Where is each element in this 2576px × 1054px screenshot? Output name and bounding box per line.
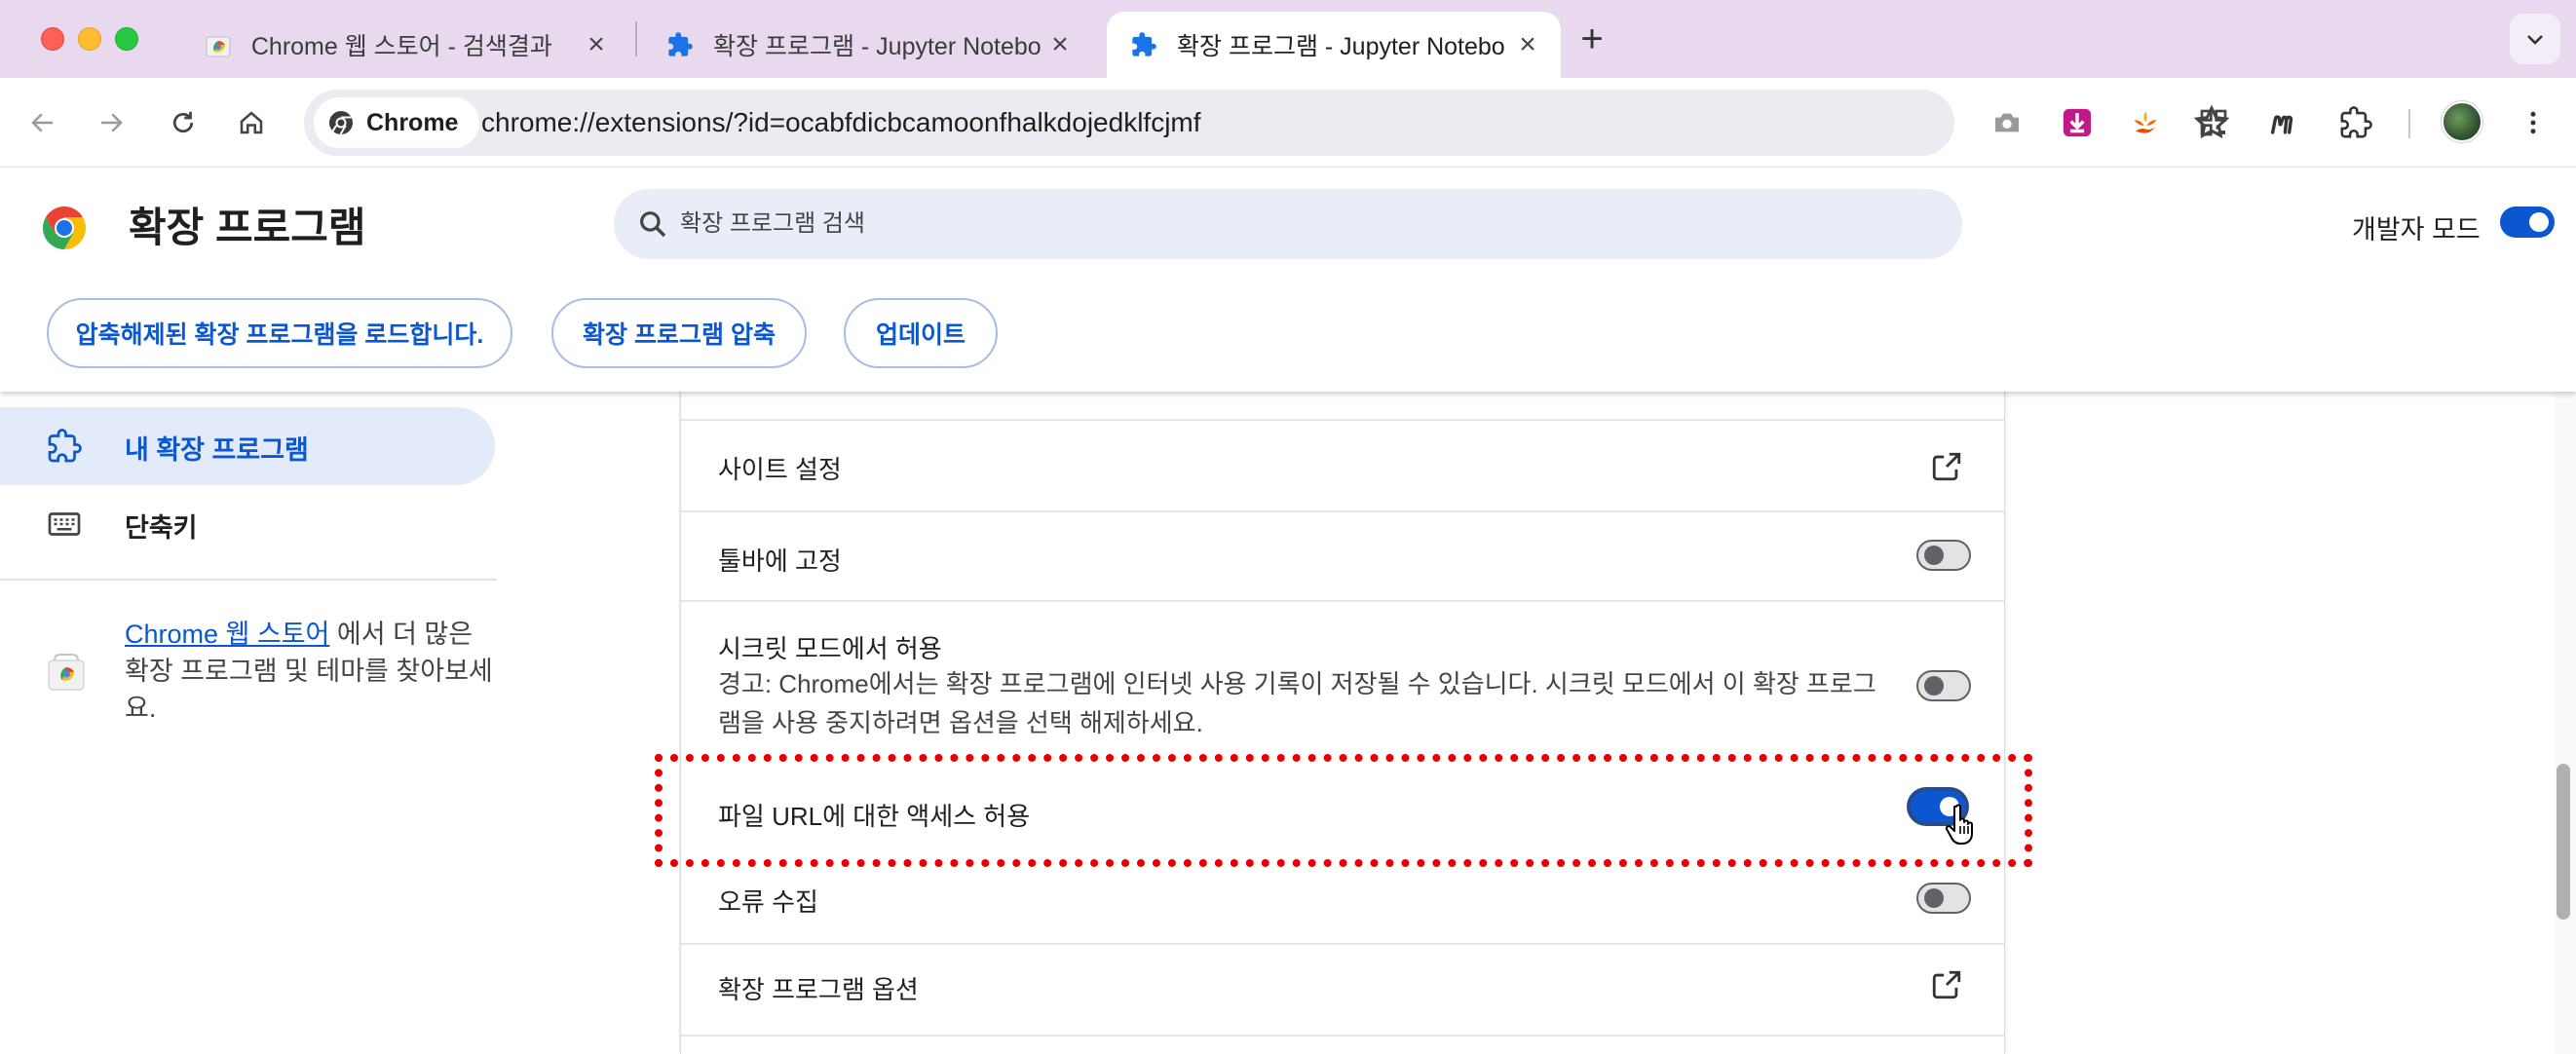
arrow-right-icon <box>101 113 123 132</box>
open-external-icon[interactable] <box>1930 450 1963 483</box>
reload-button[interactable] <box>160 99 207 146</box>
chevron-down-icon <box>2527 35 2543 45</box>
close-window-button[interactable] <box>41 27 64 51</box>
back-button[interactable] <box>19 99 66 146</box>
puzzle-icon <box>668 32 693 56</box>
keyboard-icon <box>48 512 81 536</box>
tab-search-button[interactable] <box>2510 14 2560 64</box>
download-extension-icon[interactable] <box>2056 99 2099 146</box>
download-glyph <box>2063 108 2092 137</box>
arrow-left-icon <box>31 113 53 132</box>
forward-button[interactable] <box>88 99 134 146</box>
extension-details-card: 사이트 설정 툴바에 고정 시크릿 모드에서 허용 경고: Chrome에서는 … <box>680 392 2005 1054</box>
pin-toolbar-label: 툴바에 고정 <box>718 546 842 576</box>
incognito-row: 시크릿 모드에서 허용 경고: Chrome에서는 확장 프로그램에 인터넷 사… <box>681 600 2004 748</box>
page-scrollbar-thumb[interactable] <box>2557 764 2570 920</box>
chrome-webstore-icon <box>48 654 85 691</box>
tab-title: 확장 프로그램 - Jupyter Notebo <box>713 33 1042 60</box>
incognito-toggle[interactable] <box>1916 670 1971 701</box>
qr-code-icon[interactable] <box>2192 99 2235 146</box>
page-scrollbar-track[interactable] <box>2555 392 2576 1054</box>
puzzle-icon <box>48 429 82 463</box>
pin-toolbar-toggle[interactable] <box>1916 540 1971 571</box>
webstore-promo: Chrome 웹 스토어 에서 더 많은 확장 프로그램 및 테마를 찾아보세요… <box>125 616 495 727</box>
tab-extensions-active[interactable]: 확장 프로그램 - Jupyter Notebo × <box>1107 12 1561 78</box>
sidebar-item-label: 단축키 <box>125 513 198 543</box>
omnibox[interactable]: Chrome chrome://extensions/?id=ocabfdicb… <box>304 90 2230 156</box>
chip-label: Chrome <box>366 108 459 136</box>
update-button[interactable]: 업데이트 <box>844 298 998 368</box>
qr-glyph <box>2200 109 2227 136</box>
extension-options-label: 확장 프로그램 옵션 <box>718 975 919 1004</box>
three-dots-glyph <box>2530 111 2536 134</box>
tab-separator <box>635 21 637 56</box>
error-collection-toggle[interactable] <box>1916 883 1971 914</box>
site-settings-label: 사이트 설정 <box>718 455 842 484</box>
extensions-menu-icon[interactable] <box>2334 99 2377 146</box>
tab-title: 확장 프로그램 - Jupyter Notebo <box>1177 33 1505 60</box>
incognito-warning: 경고: Chrome에서는 확장 프로그램에 인터넷 사용 기록이 저장될 수 … <box>718 669 1876 737</box>
sidebar-divider <box>0 579 497 581</box>
pack-extension-button[interactable]: 확장 프로그램 압축 <box>551 298 807 368</box>
tab-title: Chrome 웹 스토어 - 검색결과 <box>250 33 552 60</box>
toggle-knob <box>2529 212 2549 232</box>
reload-icon <box>172 111 194 133</box>
minimize-window-button[interactable] <box>78 27 101 51</box>
toggle-knob <box>1924 676 1944 696</box>
extension-options-row[interactable]: 확장 프로그램 옵션 <box>681 943 2004 1035</box>
chrome-icon <box>329 111 353 135</box>
toggle-knob <box>1924 546 1944 565</box>
load-unpacked-button[interactable]: 압축해제된 확장 프로그램을 로드합니다. <box>47 298 512 368</box>
m-extension-icon[interactable] <box>2262 99 2305 146</box>
tab-webstore[interactable]: Chrome 웹 스토어 - 검색결과 × <box>181 12 629 78</box>
tab-strip: Chrome 웹 스토어 - 검색결과 × 확장 프로그램 - Jupyter … <box>0 0 2576 78</box>
dev-mode-toggle[interactable] <box>2500 207 2555 238</box>
camera-glyph <box>1995 113 2019 132</box>
sidebar-item-label: 내 확장 프로그램 <box>125 435 309 465</box>
puzzle-outline-glyph <box>2340 106 2372 138</box>
url-text[interactable]: chrome://extensions/?id=ocabfdicbcamoonf… <box>481 107 1201 138</box>
hand-cursor-icon <box>1945 804 1973 845</box>
tab-extensions-1[interactable]: 확장 프로그램 - Jupyter Notebo × <box>643 12 1093 78</box>
chrome-logo-icon <box>43 207 86 249</box>
home-icon <box>240 111 263 134</box>
flower-extension-icon[interactable] <box>2124 99 2167 146</box>
chrome-webstore-icon <box>206 36 231 57</box>
profile-avatar[interactable] <box>2442 101 2482 142</box>
error-collection-label: 오류 수집 <box>718 887 818 917</box>
pin-toolbar-row: 툴바에 고정 <box>681 510 2004 600</box>
site-settings-row[interactable]: 사이트 설정 <box>681 419 2004 510</box>
puzzle-icon <box>1132 32 1156 56</box>
highlight-annotation <box>655 754 2032 867</box>
m-glyph <box>2270 115 2293 134</box>
search-input[interactable] <box>680 203 1927 245</box>
close-tab-icon[interactable]: × <box>1514 30 1541 59</box>
camera-icon[interactable] <box>1986 99 2028 146</box>
site-info-chip[interactable]: Chrome <box>314 97 480 148</box>
extensions-header: 확장 프로그램 개발자 모드 압축해제된 확장 프로그램을 로드합니다. 확장 … <box>0 168 2576 392</box>
open-external-icon[interactable] <box>1930 968 1963 1001</box>
card-bottom-divider <box>681 1035 2004 1054</box>
home-button[interactable] <box>228 99 275 146</box>
browser-toolbar: Chrome chrome://extensions/?id=ocabfdicb… <box>0 78 2576 168</box>
sidebar-item-my-extensions[interactable]: 내 확장 프로그램 <box>0 407 495 485</box>
sidebar-item-shortcuts[interactable]: 단축키 <box>0 485 495 563</box>
search-icon <box>640 211 666 238</box>
webstore-link[interactable]: Chrome 웹 스토어 <box>125 620 329 649</box>
page-title: 확장 프로그램 <box>129 205 366 250</box>
incognito-label: 시크릿 모드에서 허용 <box>718 634 942 663</box>
more-menu-icon[interactable] <box>2512 99 2555 146</box>
dev-mode-label: 개발자 모드 <box>2352 215 2481 245</box>
close-tab-icon[interactable]: × <box>583 30 610 59</box>
toolbar-divider <box>2408 109 2410 138</box>
zoom-window-button[interactable] <box>115 27 138 51</box>
toggle-knob <box>1924 888 1944 908</box>
close-tab-icon[interactable]: × <box>1046 30 1074 59</box>
new-tab-button[interactable]: + <box>1571 19 1613 62</box>
extension-search[interactable] <box>614 189 1962 259</box>
error-collection-row: 오류 수집 <box>681 857 2004 945</box>
page-body: 내 확장 프로그램 단축키 Chrome 웹 스토어 에서 더 많은 확장 프로… <box>0 392 2576 1054</box>
flower-glyph <box>2134 111 2157 133</box>
